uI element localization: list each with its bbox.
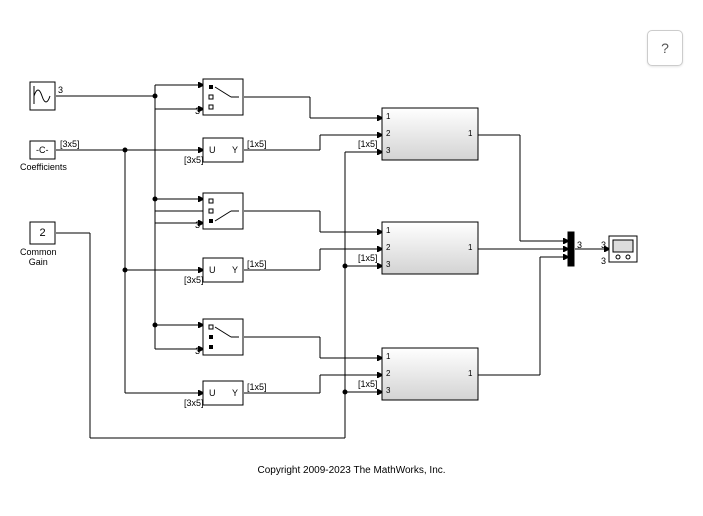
scope-block[interactable] [609, 236, 637, 262]
sel1-out-dim: [1x5] [247, 139, 267, 149]
mux-out-dim: 3 [577, 240, 582, 250]
sel3-in-dim: [3x5] [184, 398, 204, 408]
sw2-in-dim: 3 [195, 220, 200, 230]
ss2-in-dim: [1x5] [358, 253, 378, 263]
multiport-switch-2[interactable] [203, 193, 243, 229]
sw1-in-dim: 3 [195, 106, 200, 116]
scope-in-dim: 3 [601, 240, 606, 250]
subsystem-3[interactable] [382, 348, 478, 400]
source1-dim: 3 [58, 85, 63, 95]
ss3-in-dim: [1x5] [358, 379, 378, 389]
mux-block[interactable] [568, 232, 574, 266]
selector-1[interactable] [203, 138, 243, 162]
sine-source-block[interactable] [30, 82, 55, 110]
coeff-dim: [3x5] [60, 139, 80, 149]
coeff-label: Coefficients [20, 162, 67, 172]
subsystem-2[interactable] [382, 222, 478, 274]
multiport-switch-1[interactable] [203, 79, 243, 115]
sel2-in-dim: [3x5] [184, 275, 204, 285]
wiring-layer [0, 0, 703, 516]
selector-3[interactable] [203, 381, 243, 405]
sw3-in-dim: 3 [195, 346, 200, 356]
multiport-switch-3[interactable] [203, 319, 243, 355]
sel2-out-dim: [1x5] [247, 259, 267, 269]
constant-gain-block[interactable] [30, 222, 55, 244]
ss1-in-dim: [1x5] [358, 139, 378, 149]
gain-label: Common Gain [20, 247, 57, 267]
sel1-in-dim: [3x5] [184, 155, 204, 165]
constant-coeff-block[interactable] [30, 141, 55, 159]
sel3-out-dim: [1x5] [247, 382, 267, 392]
copyright-text: Copyright 2009-2023 The MathWorks, Inc. [0, 465, 703, 476]
selector-2[interactable] [203, 258, 243, 282]
subsystem-1[interactable] [382, 108, 478, 160]
scope-in-dim-2: 3 [601, 256, 606, 266]
